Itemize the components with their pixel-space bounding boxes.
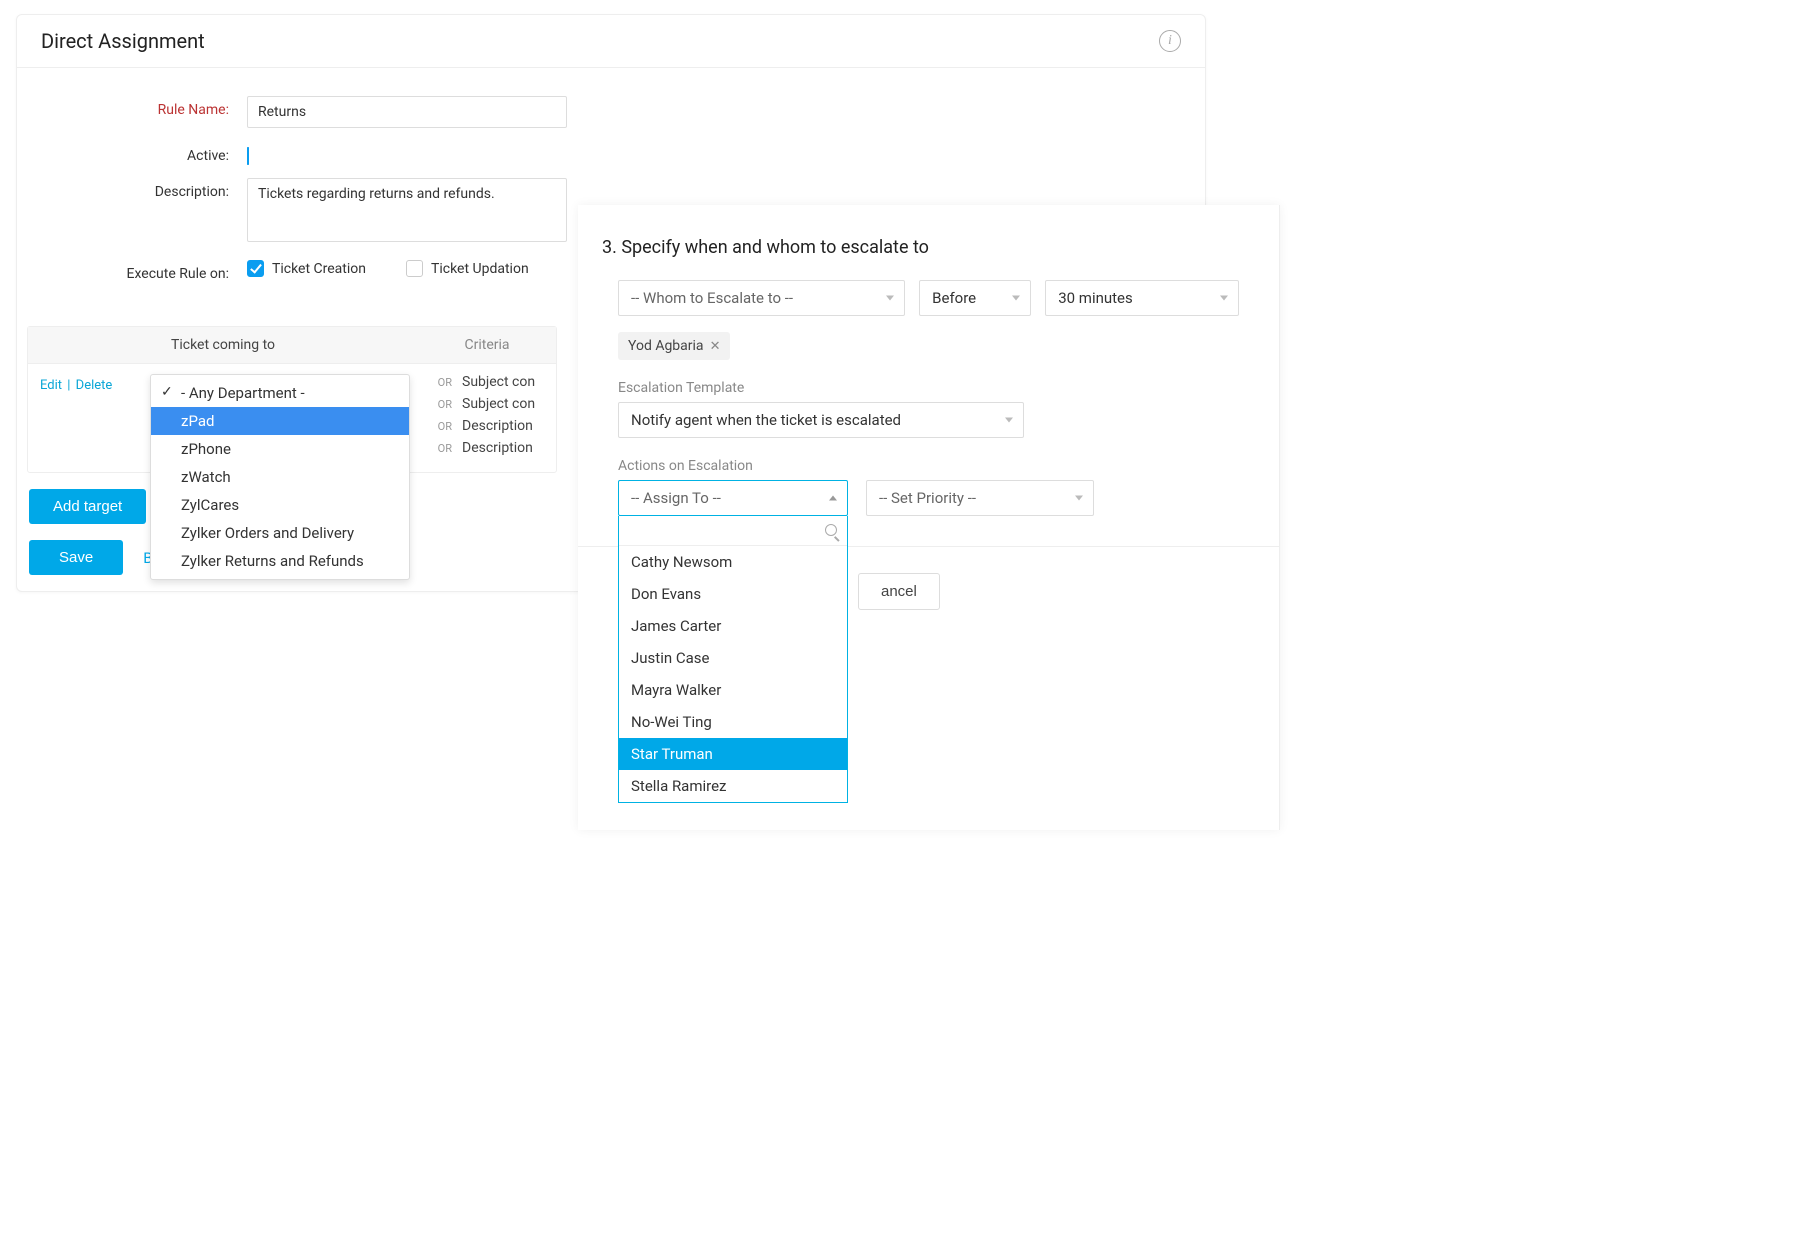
- assign-to-option[interactable]: Star Truman: [619, 738, 847, 770]
- set-priority-value: -- Set Priority --: [879, 489, 976, 507]
- rule-name-input[interactable]: [247, 96, 567, 128]
- department-option[interactable]: zWatch: [151, 463, 409, 491]
- assign-to-search-input[interactable]: [627, 522, 839, 538]
- department-option[interactable]: zPad: [151, 407, 409, 435]
- ticket-creation-label: Ticket Creation: [272, 261, 366, 277]
- criteria-text: Subject con: [462, 374, 535, 390]
- duration-select[interactable]: 30 minutes: [1045, 280, 1239, 316]
- escalation-template-label: Escalation Template: [618, 380, 1239, 396]
- chevron-down-icon: [1220, 296, 1228, 301]
- execute-label: Execute Rule on:: [47, 260, 247, 282]
- before-after-select[interactable]: Before: [919, 280, 1031, 316]
- assign-to-select[interactable]: -- Assign To --: [618, 480, 848, 516]
- ticket-updation-checkbox[interactable]: [406, 260, 423, 277]
- set-priority-select[interactable]: -- Set Priority --: [866, 480, 1094, 516]
- target-row: Edit | Delete - Any Department -zPadzPho…: [28, 364, 556, 472]
- description-label: Description:: [47, 178, 247, 200]
- or-label: OR: [430, 398, 452, 411]
- search-icon: [825, 524, 837, 536]
- whom-to-escalate-value: -- Whom to Escalate to --: [631, 289, 793, 307]
- target-table: Ticket coming to Criteria Edit | Delete …: [27, 326, 557, 473]
- ticket-creation-checkbox[interactable]: [247, 260, 264, 277]
- assign-to-option[interactable]: Justin Case: [619, 642, 847, 674]
- chevron-down-icon: [1012, 296, 1020, 301]
- assign-to-option[interactable]: Cathy Newsom: [619, 546, 847, 578]
- assign-to-option[interactable]: Stella Ramirez: [619, 770, 847, 802]
- chevron-down-icon: [886, 296, 894, 301]
- rule-name-label: Rule Name:: [47, 96, 247, 118]
- active-checkbox[interactable]: [247, 147, 249, 165]
- assign-to-value: -- Assign To --: [631, 489, 721, 507]
- whom-to-escalate-select[interactable]: -- Whom to Escalate to --: [618, 280, 905, 316]
- col-criteria-header: Criteria: [418, 327, 556, 363]
- actions-on-escalation-label: Actions on Escalation: [618, 458, 1239, 474]
- department-option[interactable]: Zylker Orders and Delivery: [151, 519, 409, 547]
- ticket-updation-label: Ticket Updation: [431, 261, 529, 277]
- assign-to-option[interactable]: No-Wei Ting: [619, 706, 847, 738]
- active-label: Active:: [47, 142, 247, 164]
- assign-to-option[interactable]: Don Evans: [619, 578, 847, 610]
- description-input[interactable]: [247, 178, 567, 242]
- step-title: 3. Specify when and whom to escalate to: [578, 205, 1279, 280]
- criteria-column: OR Subject con OR Subject con OR Description O…: [410, 374, 544, 462]
- criteria-text: Description: [462, 418, 533, 434]
- department-dropdown[interactable]: - Any Department -zPadzPhonezWatchZylCar…: [150, 374, 410, 580]
- assign-to-option[interactable]: James Carter: [619, 610, 847, 642]
- department-option[interactable]: - Any Department -: [151, 379, 409, 407]
- chip-remove-icon[interactable]: ✕: [710, 339, 721, 354]
- edit-link[interactable]: Edit: [40, 378, 62, 393]
- department-option[interactable]: ZylCares: [151, 491, 409, 519]
- before-after-value: Before: [932, 289, 976, 307]
- chip-label: Yod Agbaria: [628, 338, 704, 354]
- department-option[interactable]: zPhone: [151, 435, 409, 463]
- escalation-template-select[interactable]: Notify agent when the ticket is escalate…: [618, 402, 1024, 438]
- department-option[interactable]: Zylker Returns and Refunds: [151, 547, 409, 575]
- or-label: OR: [430, 420, 452, 433]
- cancel-button[interactable]: ancel: [858, 573, 940, 610]
- escalation-template-value: Notify agent when the ticket is escalate…: [631, 411, 901, 429]
- panel-header: Direct Assignment i: [17, 15, 1205, 68]
- chevron-down-icon: [1005, 418, 1013, 423]
- add-target-button[interactable]: Add target: [29, 489, 146, 524]
- or-label: OR: [430, 442, 452, 455]
- info-icon[interactable]: i: [1159, 30, 1181, 52]
- criteria-text: Subject con: [462, 396, 535, 412]
- criteria-text: Description: [462, 440, 533, 456]
- or-label: OR: [430, 376, 452, 389]
- chevron-down-icon: [1075, 496, 1083, 501]
- assign-to-dropdown: Cathy NewsomDon EvansJames CarterJustin …: [618, 516, 848, 803]
- duration-value: 30 minutes: [1058, 289, 1133, 307]
- chevron-up-icon: [829, 496, 837, 501]
- escalation-panel: 3. Specify when and whom to escalate to …: [578, 205, 1280, 830]
- delete-link[interactable]: Delete: [76, 378, 113, 393]
- save-button[interactable]: Save: [29, 540, 123, 575]
- assign-to-option[interactable]: Mayra Walker: [619, 674, 847, 706]
- page-title: Direct Assignment: [41, 29, 205, 53]
- col-dept-header: Ticket coming to: [28, 327, 418, 363]
- escalatee-chip: Yod Agbaria ✕: [618, 332, 730, 360]
- action-separator: |: [67, 378, 70, 393]
